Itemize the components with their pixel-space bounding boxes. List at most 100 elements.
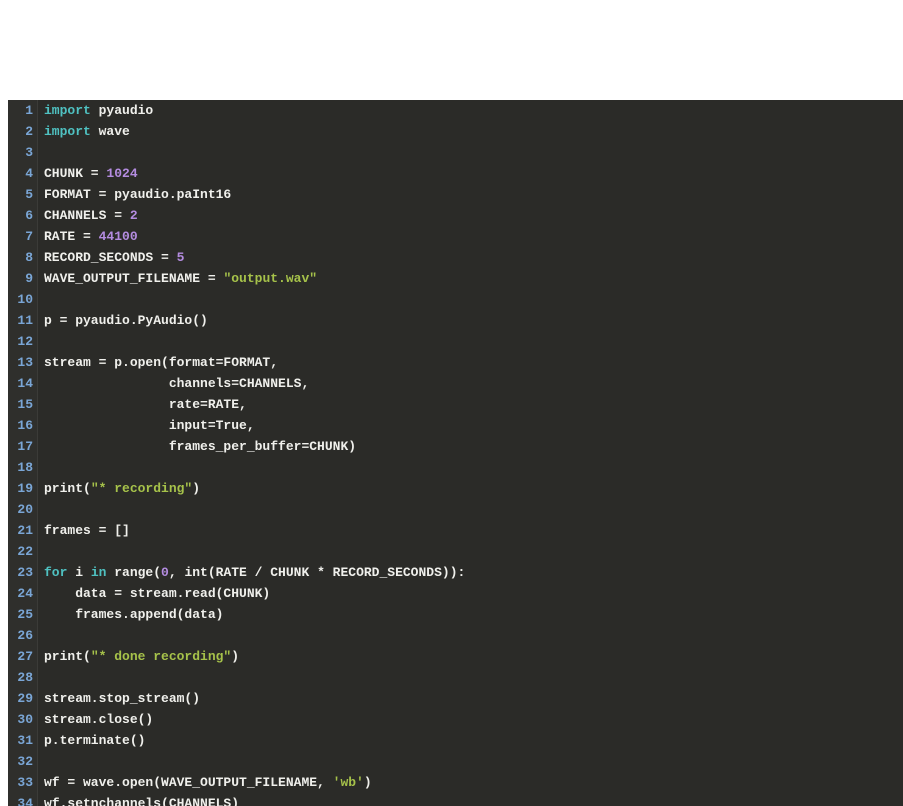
- token-number: 0: [161, 565, 169, 580]
- line-number: 6: [8, 205, 33, 226]
- code-line[interactable]: [44, 541, 903, 562]
- token-keyword: import: [44, 124, 91, 139]
- line-number: 19: [8, 478, 33, 499]
- line-number: 12: [8, 331, 33, 352]
- token-number: 1024: [106, 166, 137, 181]
- line-number: 26: [8, 625, 33, 646]
- token-default: RATE =: [44, 229, 99, 244]
- code-line[interactable]: p.terminate(): [44, 730, 903, 751]
- line-number: 5: [8, 184, 33, 205]
- token-default: data = stream.read(CHUNK): [44, 586, 270, 601]
- code-line[interactable]: [44, 142, 903, 163]
- code-line[interactable]: for i in range(0, int(RATE / CHUNK * REC…: [44, 562, 903, 583]
- token-default: CHUNK =: [44, 166, 106, 181]
- line-number: 25: [8, 604, 33, 625]
- code-line[interactable]: [44, 331, 903, 352]
- line-number: 9: [8, 268, 33, 289]
- code-line[interactable]: frames_per_buffer=CHUNK): [44, 436, 903, 457]
- token-default: print(: [44, 481, 91, 496]
- code-line[interactable]: input=True,: [44, 415, 903, 436]
- line-number: 8: [8, 247, 33, 268]
- token-default: p.terminate(): [44, 733, 145, 748]
- code-area[interactable]: import pyaudioimport waveCHUNK = 1024FOR…: [38, 100, 903, 806]
- token-keyword: import: [44, 103, 91, 118]
- line-number: 28: [8, 667, 33, 688]
- code-line[interactable]: frames.append(data): [44, 604, 903, 625]
- code-line[interactable]: rate=RATE,: [44, 394, 903, 415]
- code-line[interactable]: p = pyaudio.PyAudio(): [44, 310, 903, 331]
- token-string: 'wb': [333, 775, 364, 790]
- line-number: 20: [8, 499, 33, 520]
- line-number: 18: [8, 457, 33, 478]
- code-line[interactable]: import wave: [44, 121, 903, 142]
- code-line[interactable]: [44, 457, 903, 478]
- code-line[interactable]: WAVE_OUTPUT_FILENAME = "output.wav": [44, 268, 903, 289]
- line-number: 7: [8, 226, 33, 247]
- token-default: stream = p.open(format=FORMAT,: [44, 355, 278, 370]
- token-default: frames.append(data): [44, 607, 223, 622]
- line-number: 23: [8, 562, 33, 583]
- code-line[interactable]: stream = p.open(format=FORMAT,: [44, 352, 903, 373]
- code-line[interactable]: data = stream.read(CHUNK): [44, 583, 903, 604]
- token-default: wf = wave.open(WAVE_OUTPUT_FILENAME,: [44, 775, 333, 790]
- code-line[interactable]: wf = wave.open(WAVE_OUTPUT_FILENAME, 'wb…: [44, 772, 903, 793]
- token-default: rate=RATE,: [44, 397, 247, 412]
- token-default: channels=CHANNELS,: [44, 376, 309, 391]
- token-default: CHANNELS =: [44, 208, 130, 223]
- line-number: 17: [8, 436, 33, 457]
- code-line[interactable]: [44, 667, 903, 688]
- token-default: ): [192, 481, 200, 496]
- code-line[interactable]: print("* recording"): [44, 478, 903, 499]
- code-line[interactable]: [44, 289, 903, 310]
- token-default: frames_per_buffer=CHUNK): [44, 439, 356, 454]
- token-number: 2: [130, 208, 138, 223]
- code-line[interactable]: [44, 625, 903, 646]
- code-line[interactable]: [44, 751, 903, 772]
- line-number: 34: [8, 793, 33, 806]
- token-default: print(: [44, 649, 91, 664]
- token-string: "* done recording": [91, 649, 231, 664]
- code-line[interactable]: wf.setnchannels(CHANNELS): [44, 793, 903, 806]
- line-number: 13: [8, 352, 33, 373]
- line-number: 27: [8, 646, 33, 667]
- token-default: input=True,: [44, 418, 255, 433]
- token-default: WAVE_OUTPUT_FILENAME =: [44, 271, 223, 286]
- line-number: 22: [8, 541, 33, 562]
- line-number-gutter: 1234567891011121314151617181920212223242…: [8, 100, 38, 806]
- token-default: ): [231, 649, 239, 664]
- token-default: , int(RATE / CHUNK * RECORD_SECONDS)):: [169, 565, 465, 580]
- code-line[interactable]: FORMAT = pyaudio.paInt16: [44, 184, 903, 205]
- token-default: wf.setnchannels(CHANNELS): [44, 796, 239, 806]
- code-line[interactable]: RATE = 44100: [44, 226, 903, 247]
- line-number: 10: [8, 289, 33, 310]
- code-line[interactable]: CHANNELS = 2: [44, 205, 903, 226]
- code-line[interactable]: frames = []: [44, 520, 903, 541]
- code-line[interactable]: stream.stop_stream(): [44, 688, 903, 709]
- token-default: ): [364, 775, 372, 790]
- line-number: 31: [8, 730, 33, 751]
- code-line[interactable]: import pyaudio: [44, 100, 903, 121]
- line-number: 16: [8, 415, 33, 436]
- token-default: stream.close(): [44, 712, 153, 727]
- line-number: 3: [8, 142, 33, 163]
- line-number: 24: [8, 583, 33, 604]
- token-number: 44100: [99, 229, 138, 244]
- line-number: 4: [8, 163, 33, 184]
- code-line[interactable]: stream.close(): [44, 709, 903, 730]
- code-line[interactable]: [44, 499, 903, 520]
- token-number: 5: [177, 250, 185, 265]
- line-number: 33: [8, 772, 33, 793]
- token-default: i: [67, 565, 90, 580]
- code-editor[interactable]: 1234567891011121314151617181920212223242…: [8, 100, 903, 806]
- code-line[interactable]: CHUNK = 1024: [44, 163, 903, 184]
- code-line[interactable]: channels=CHANNELS,: [44, 373, 903, 394]
- token-string: "output.wav": [223, 271, 317, 286]
- code-line[interactable]: print("* done recording"): [44, 646, 903, 667]
- token-string: "* recording": [91, 481, 192, 496]
- line-number: 15: [8, 394, 33, 415]
- code-line[interactable]: RECORD_SECONDS = 5: [44, 247, 903, 268]
- line-number: 30: [8, 709, 33, 730]
- line-number: 21: [8, 520, 33, 541]
- token-default: wave: [91, 124, 130, 139]
- line-number: 11: [8, 310, 33, 331]
